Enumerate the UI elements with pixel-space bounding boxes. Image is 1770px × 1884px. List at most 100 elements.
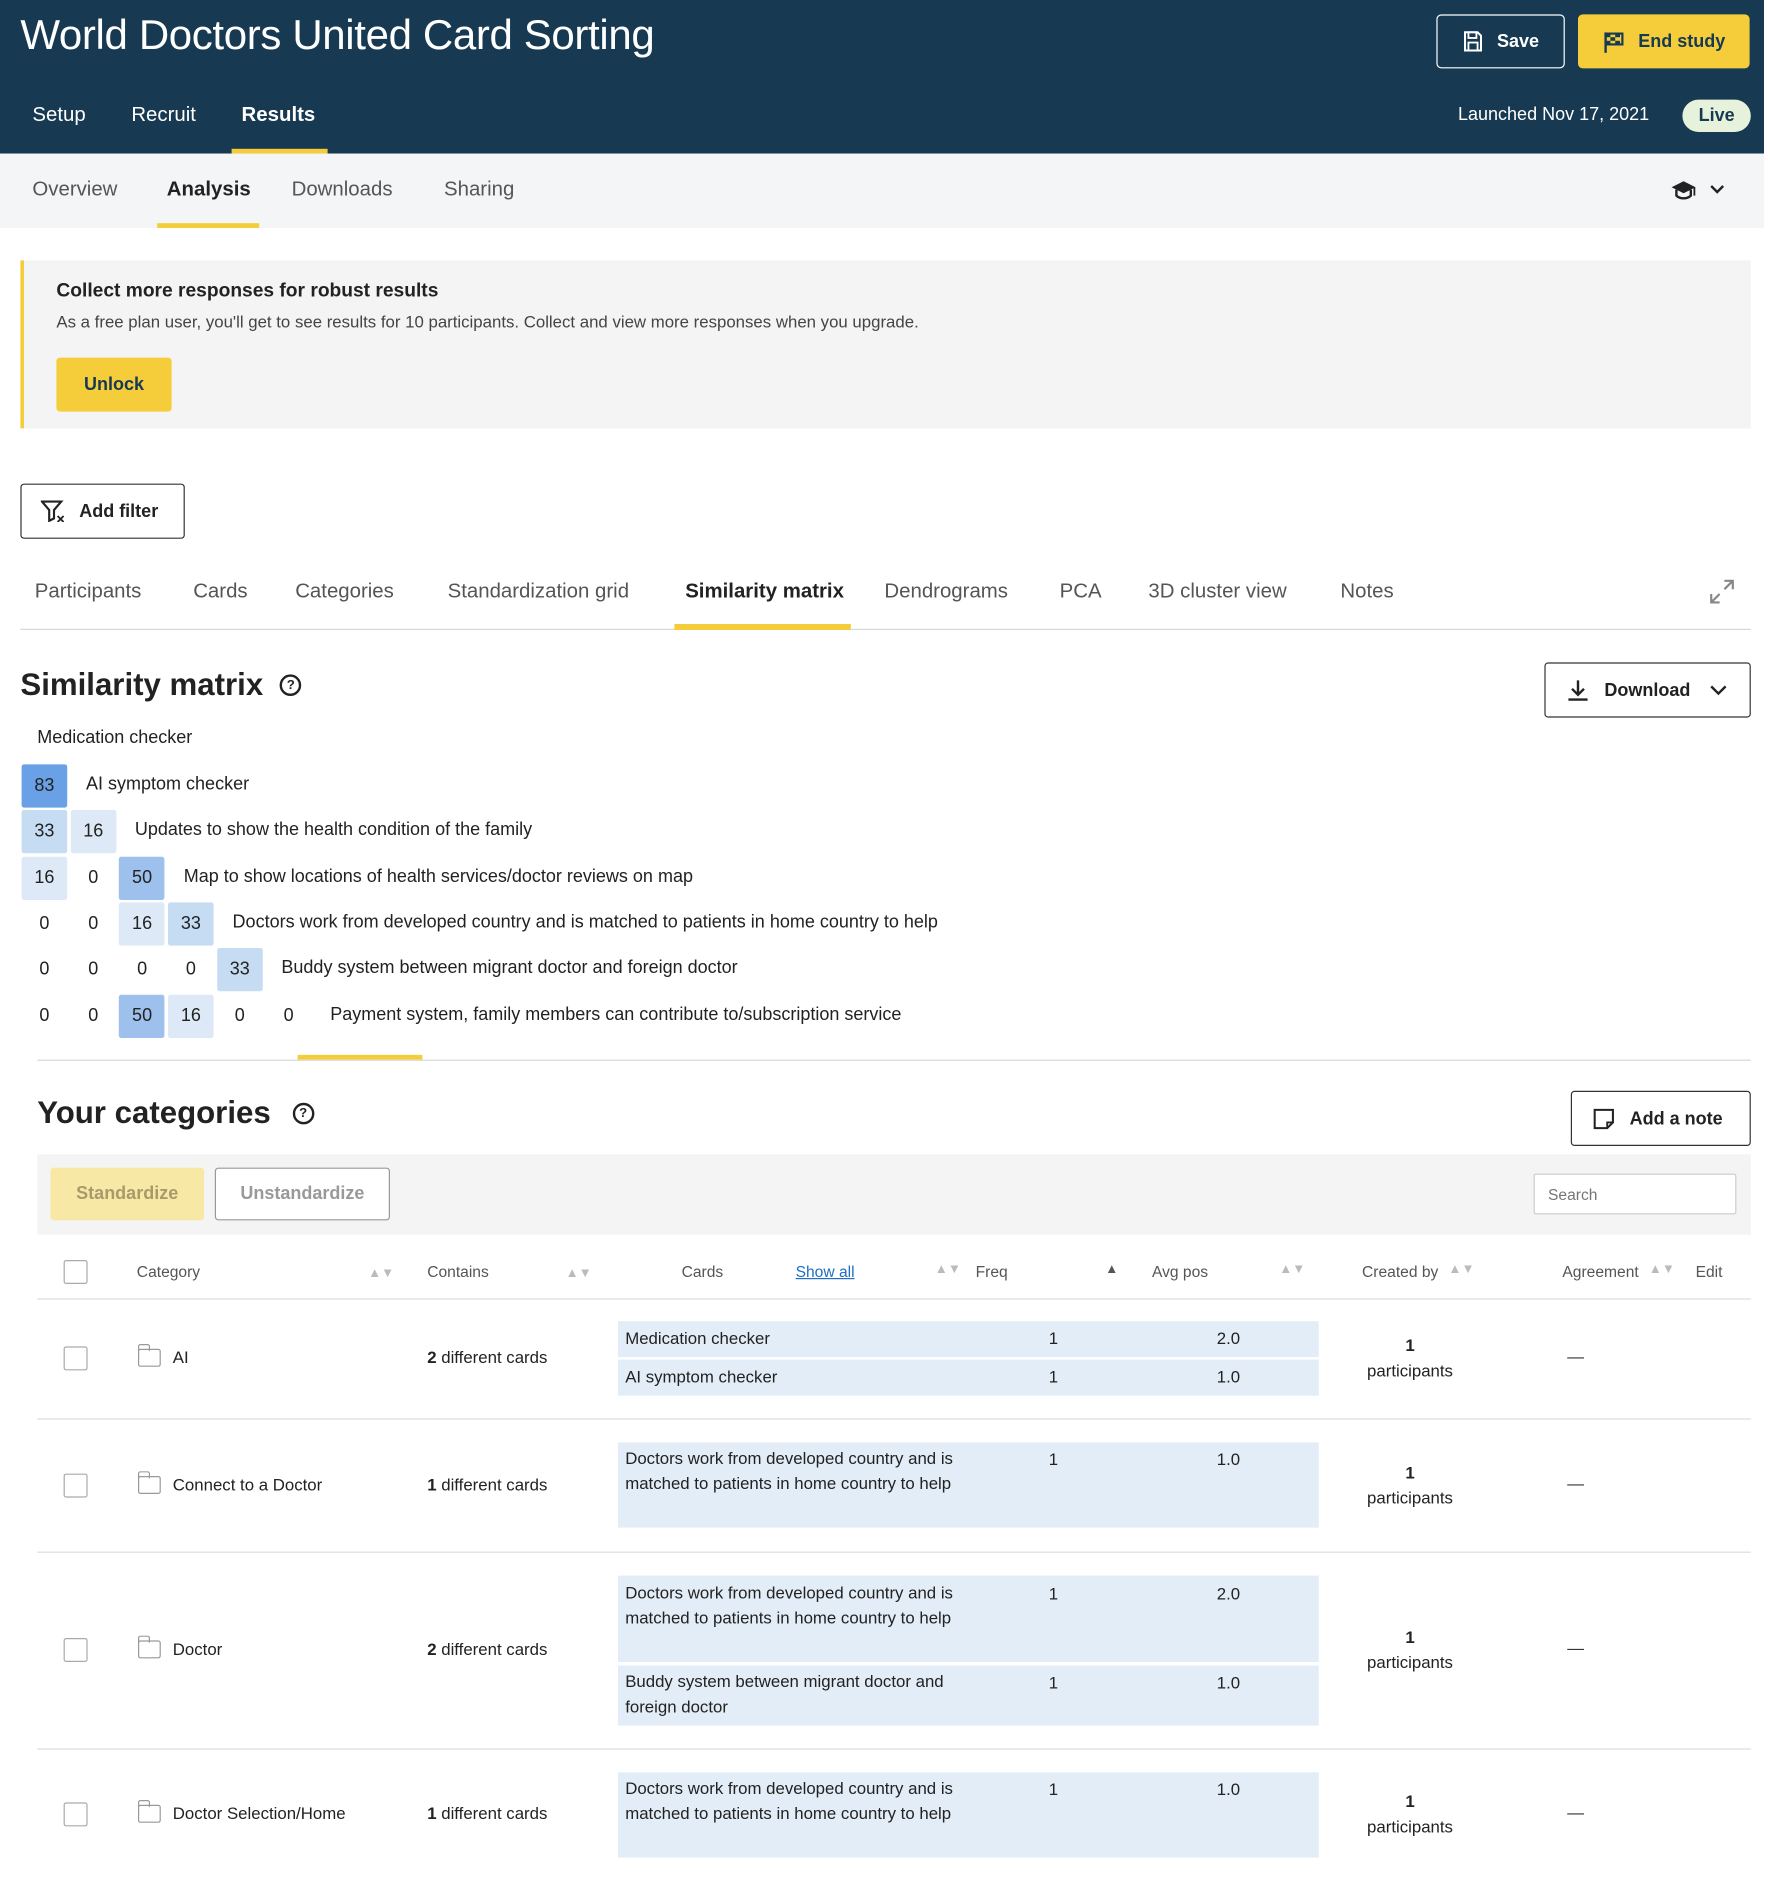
graduation-cap-icon[interactable]	[1670, 180, 1728, 208]
tab-notes[interactable]: Notes	[1340, 580, 1393, 604]
select-all-checkbox[interactable]	[63, 1260, 88, 1284]
col-cards: Cards	[681, 1262, 724, 1281]
category-name[interactable]: Doctor	[138, 1635, 222, 1658]
unstandardize-button[interactable]: Unstandardize	[214, 1167, 391, 1221]
col-contains-label: Contains	[427, 1262, 489, 1281]
matrix-cell[interactable]: 0	[168, 948, 214, 991]
sort-icon[interactable]: ▲▼	[935, 1262, 961, 1276]
category-name[interactable]: AI	[138, 1343, 189, 1367]
end-study-button[interactable]: End study	[1578, 14, 1750, 69]
upgrade-banner: Collect more responses for robust result…	[20, 260, 1751, 429]
matrix-cell[interactable]: 0	[70, 994, 116, 1037]
category-label: Connect to a Doctor	[172, 1474, 323, 1494]
card-row: Medication checker 1 2.0	[618, 1321, 1319, 1358]
agreement-value: —	[1567, 1346, 1585, 1366]
header-divider	[37, 1298, 1751, 1300]
add-filter-button[interactable]: Add filter	[20, 483, 185, 539]
created-count: 1	[1405, 1627, 1415, 1647]
col-created-by[interactable]: Created by	[1362, 1262, 1438, 1280]
card-avg-pos: 1.0	[1216, 1366, 1241, 1386]
search-input[interactable]	[1533, 1173, 1737, 1215]
matrix-cell[interactable]: 0	[22, 902, 68, 945]
category-name[interactable]: Connect to a Doctor	[138, 1470, 323, 1494]
tab-similarity-matrix[interactable]: Similarity matrix	[685, 580, 844, 604]
matrix-cell[interactable]: 0	[70, 856, 116, 899]
sort-icon[interactable]: ▲▼	[368, 1266, 394, 1280]
contains-count: 2 different cards	[427, 1348, 547, 1367]
subnav-sharing[interactable]: Sharing	[444, 178, 514, 202]
help-icon[interactable]: ?	[292, 1102, 314, 1124]
matrix-cell[interactable]: 83	[21, 764, 68, 808]
card-text: Doctors work from developed country and …	[625, 1448, 953, 1493]
card-text: Doctors work from developed country and …	[625, 1778, 953, 1823]
matrix-cell[interactable]: 0	[119, 948, 165, 991]
tab-cards[interactable]: Cards	[193, 580, 247, 604]
tab-participants[interactable]: Participants	[35, 580, 142, 604]
matrix-cell[interactable]: 16	[21, 856, 68, 900]
subnav-overview[interactable]: Overview	[32, 178, 117, 202]
nav-recruit[interactable]: Recruit	[131, 96, 196, 154]
tab-categories[interactable]: Categories	[295, 580, 394, 604]
matrix-cell[interactable]: 16	[119, 902, 165, 946]
card-row: Doctors work from developed country and …	[618, 1575, 1319, 1663]
matrix-cell[interactable]: 33	[216, 948, 263, 992]
matrix-cell[interactable]: 0	[266, 994, 312, 1037]
folder-icon	[138, 1343, 161, 1367]
col-agreement[interactable]: Agreement	[1562, 1262, 1638, 1280]
matrix-cell[interactable]: 16	[70, 810, 117, 854]
matrix-cell[interactable]: 0	[22, 948, 68, 991]
nav-results[interactable]: Results	[231, 96, 328, 154]
matrix-cell[interactable]: 0	[22, 994, 68, 1037]
agreement-value: —	[1567, 1638, 1585, 1658]
folder-icon	[138, 1799, 161, 1823]
unlock-button[interactable]: Unlock	[56, 357, 172, 412]
matrix-cell[interactable]: 33	[168, 902, 214, 946]
note-icon	[1593, 1108, 1614, 1129]
show-all-link[interactable]: Show all	[796, 1262, 855, 1280]
expand-icon[interactable]	[1709, 578, 1735, 612]
category-name[interactable]: Doctor Selection/Home	[138, 1799, 346, 1823]
tab-3d-cluster-view[interactable]: 3D cluster view	[1148, 580, 1286, 604]
tab-standardization-grid[interactable]: Standardization grid	[448, 580, 629, 604]
col-contains[interactable]: Contains ▲▼	[427, 1262, 592, 1280]
similarity-title-text: Similarity matrix	[20, 666, 264, 702]
subnav-analysis[interactable]: Analysis	[167, 178, 251, 202]
matrix-card-label: Buddy system between migrant doctor and …	[281, 957, 738, 979]
col-freq[interactable]: Freq	[976, 1262, 1008, 1280]
matrix-cell[interactable]: 50	[119, 856, 165, 900]
sort-icon[interactable]: ▲▼	[1649, 1262, 1675, 1276]
matrix-cell[interactable]: 0	[70, 902, 116, 945]
save-button[interactable]: Save	[1436, 14, 1565, 69]
matrix-cell[interactable]: 0	[217, 994, 263, 1037]
sort-icon[interactable]: ▲▼	[1279, 1262, 1305, 1276]
row-checkbox[interactable]	[63, 1802, 88, 1827]
subnav-downloads[interactable]: Downloads	[292, 178, 393, 202]
row-checkbox[interactable]	[63, 1638, 88, 1663]
sort-icon[interactable]: ▲▼	[1448, 1262, 1474, 1276]
created-count: 1	[1405, 1791, 1415, 1811]
sort-active-icon[interactable]: ▲	[1105, 1262, 1118, 1276]
matrix-cell[interactable]: 50	[119, 994, 165, 1038]
chevron-down-icon	[1709, 685, 1727, 696]
contains-count: 1 different cards	[427, 1804, 547, 1823]
col-category[interactable]: Category ▲▼	[137, 1262, 394, 1280]
contains-suffix: different cards	[441, 1639, 548, 1659]
download-button[interactable]: Download	[1544, 662, 1751, 718]
folder-icon	[138, 1635, 161, 1658]
matrix-cell[interactable]: 0	[70, 948, 116, 991]
col-avg-pos[interactable]: Avg pos	[1152, 1262, 1208, 1280]
sort-icon[interactable]: ▲▼	[566, 1266, 592, 1280]
tab-dendrograms[interactable]: Dendrograms	[884, 580, 1008, 604]
standardize-button[interactable]: Standardize	[50, 1167, 205, 1221]
nav-setup[interactable]: Setup	[32, 96, 85, 154]
tab-pca[interactable]: PCA	[1060, 580, 1102, 604]
matrix-cell[interactable]: 16	[168, 994, 214, 1038]
tab-active-indicator	[674, 624, 851, 630]
contains-suffix: different cards	[441, 1347, 548, 1367]
launched-date: Launched Nov 17, 2021	[1458, 104, 1650, 125]
row-checkbox[interactable]	[63, 1473, 88, 1498]
matrix-cell[interactable]: 33	[21, 810, 68, 854]
row-checkbox[interactable]	[63, 1346, 88, 1371]
help-icon[interactable]: ?	[279, 673, 302, 696]
add-note-button[interactable]: Add a note	[1570, 1090, 1751, 1146]
